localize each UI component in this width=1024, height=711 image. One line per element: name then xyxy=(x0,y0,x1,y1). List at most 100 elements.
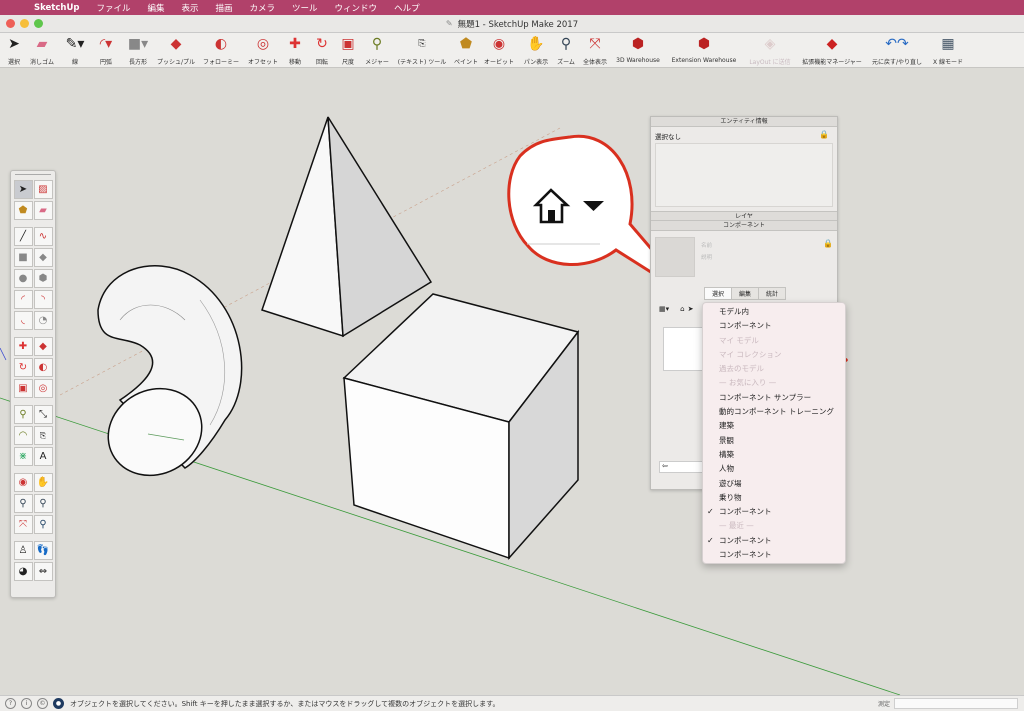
menu-file[interactable]: ファイル xyxy=(96,2,130,14)
back-arrow-icon[interactable]: ⇦ xyxy=(662,462,668,470)
user-account-icon[interactable]: ● xyxy=(53,698,64,709)
menu-item-landscape[interactable]: 景観 xyxy=(703,434,845,448)
toolbar-scale-button[interactable]: ▣ 尺度 xyxy=(336,33,360,68)
menu-draw[interactable]: 描画 xyxy=(216,2,233,14)
axes-icon[interactable]: ⋇ xyxy=(13,447,33,466)
protractor-icon[interactable]: ◠ xyxy=(13,426,33,445)
menu-sketchup[interactable]: SketchUp xyxy=(34,3,79,13)
menu-item-playground[interactable]: 遊び場 xyxy=(703,477,845,491)
view-options-icon[interactable]: ▦▾ xyxy=(659,305,669,313)
toolbar-line-button[interactable]: ✎▾ 線 xyxy=(62,33,88,68)
toolbar-follow-me-button[interactable]: ◐ フォローミー xyxy=(200,33,242,68)
toolbar-undo-redo-button[interactable]: ↶↷ 元に戻す/やり直し xyxy=(868,33,926,68)
eraser-icon[interactable]: ▰ xyxy=(33,201,53,220)
toolbar-xray-button[interactable]: ▦ X 線モード xyxy=(928,33,968,68)
component-description-field[interactable]: 説明 xyxy=(701,253,712,261)
lock-icon[interactable]: 🔒 xyxy=(819,130,829,139)
menu-help[interactable]: ヘルプ xyxy=(394,2,420,14)
toolbar-tape-measure-button[interactable]: ⚲ メジャー xyxy=(362,33,392,68)
toolbar-arc-button[interactable]: ◜▾ 円弧 xyxy=(92,33,120,68)
menu-item-in-model[interactable]: モデル内 xyxy=(703,305,845,319)
toolbar-pan-button[interactable]: ✋ パン表示 xyxy=(520,33,552,68)
toolbar-move-button[interactable]: ✚ 移動 xyxy=(283,33,307,68)
toolbar-3d-warehouse-button[interactable]: ⬢ 3D Warehouse xyxy=(612,33,664,68)
walk-icon[interactable]: 👣 xyxy=(33,541,53,560)
menu-item-vehicles[interactable]: 乗り物 xyxy=(703,491,845,505)
info-icon[interactable]: i xyxy=(21,698,32,709)
position-camera-icon[interactable]: ♙ xyxy=(13,541,33,560)
follow-me-icon[interactable]: ◐ xyxy=(33,358,53,377)
menu-item-components-favorite[interactable]: ✓ コンポーネント xyxy=(703,505,845,519)
pan-icon[interactable]: ✋ xyxy=(33,473,53,492)
dimension-icon[interactable]: ⤡ xyxy=(33,405,53,424)
polygon-icon[interactable]: ⬢ xyxy=(33,269,53,288)
close-window-button[interactable] xyxy=(6,19,15,28)
component-name-field[interactable]: 名前 xyxy=(701,241,712,249)
look-around-icon[interactable]: ◕ xyxy=(13,562,33,581)
pyramid-model[interactable] xyxy=(261,116,433,338)
menu-item-dynamic-training[interactable]: 動的コンポーネント トレーニング xyxy=(703,405,845,419)
toolbar-extension-manager-button[interactable]: ◆ 拡張機能マネージャー xyxy=(798,33,866,68)
rectangle-icon[interactable]: ■ xyxy=(13,248,33,267)
pie-icon[interactable]: ◔ xyxy=(33,311,53,330)
minimize-window-button[interactable] xyxy=(20,19,29,28)
toolbar-paint-button[interactable]: ⬟ ペイント xyxy=(452,33,480,68)
tab-statistics[interactable]: 統計 xyxy=(758,287,787,300)
menu-item-architecture[interactable]: 建築 xyxy=(703,419,845,433)
components-scroll-bar[interactable]: ⇦ xyxy=(659,461,705,473)
pipe-model[interactable] xyxy=(93,265,243,492)
palette-grip[interactable] xyxy=(15,174,51,176)
tab-edit[interactable]: 編集 xyxy=(731,287,760,300)
zoom-icon[interactable]: ⚲ xyxy=(13,494,33,513)
zoom-extents-icon[interactable]: ⤧ xyxy=(13,515,33,534)
components-list[interactable] xyxy=(663,327,703,371)
orbit-icon[interactable]: ◉ xyxy=(13,473,33,492)
menu-item-component-sampler[interactable]: コンポーネント サンプラー xyxy=(703,391,845,405)
menu-item-construction[interactable]: 構築 xyxy=(703,448,845,462)
circle-icon[interactable]: ● xyxy=(13,269,33,288)
home-icon[interactable]: ⌂ xyxy=(680,305,684,313)
zoom-window-icon[interactable]: ⚲ xyxy=(33,494,53,513)
toolbar-rectangle-button[interactable]: ■▾ 長方形 xyxy=(124,33,152,68)
arc-icon[interactable]: ◜ xyxy=(13,290,33,309)
menu-camera[interactable]: カメラ xyxy=(250,2,276,14)
toolbar-offset-button[interactable]: ◎ オフセット xyxy=(244,33,282,68)
make-component-icon[interactable]: ▨ xyxy=(33,180,53,199)
two-point-arc-icon[interactable]: ◝ xyxy=(33,290,53,309)
credits-icon[interactable]: © xyxy=(37,698,48,709)
rotate-icon[interactable]: ↻ xyxy=(13,358,33,377)
offset-icon[interactable]: ◎ xyxy=(33,379,53,398)
cube-model[interactable] xyxy=(342,293,580,560)
entity-info-title[interactable]: エンティティ情報 xyxy=(651,117,837,127)
component-lock-icon[interactable]: 🔒 xyxy=(823,239,833,248)
menu-view[interactable]: 表示 xyxy=(181,2,198,14)
freehand-icon[interactable]: ∿ xyxy=(33,227,53,246)
drawing-canvas[interactable]: ➤ ▨ ⬟ ▰ ╱ ∿ ■ ◆ ● ⬢ ◜ ◝ ◟ ◔ ✚ ◆ ↻ ◐ ▣ ◎ ⚲ ⤡ ◠ ⎘ ⋇ A ◉… xyxy=(0,68,1024,695)
tape-measure-icon[interactable]: ⚲ xyxy=(13,405,33,424)
move-icon[interactable]: ✚ xyxy=(13,337,33,356)
paint-bucket-icon[interactable]: ⬟ xyxy=(13,201,33,220)
previous-view-icon[interactable]: ⚲ xyxy=(33,515,53,534)
toolbar-push-pull-button[interactable]: ◆ プッシュ/プル xyxy=(154,33,198,68)
toolbar-select-button[interactable]: ➤ 選択 xyxy=(2,33,26,68)
text-tool-icon[interactable]: ⎘ xyxy=(33,426,53,445)
maximize-window-button[interactable] xyxy=(34,19,43,28)
toolbar-extension-warehouse-button[interactable]: ⬢ Extension Warehouse xyxy=(666,33,742,68)
toolbar-orbit-button[interactable]: ◉ オービット xyxy=(482,33,516,68)
3d-text-icon[interactable]: A xyxy=(33,447,53,466)
menu-edit[interactable]: 編集 xyxy=(147,2,164,14)
toolbar-rotate-button[interactable]: ↻ 回転 xyxy=(310,33,334,68)
line-pencil-icon[interactable]: ╱ xyxy=(13,227,33,246)
toolbar-text-button[interactable]: ⎘ (テキスト) ツール xyxy=(394,33,450,68)
menu-item-components-recent-1[interactable]: ✓ コンポーネント xyxy=(703,534,845,548)
select-arrow-icon[interactable]: ➤ xyxy=(13,180,33,199)
components-panel-title[interactable]: コンポーネント xyxy=(651,221,837,231)
scale-icon[interactable]: ▣ xyxy=(13,379,33,398)
layer-panel-title[interactable]: レイヤ xyxy=(651,211,837,221)
menu-item-components[interactable]: コンポーネント xyxy=(703,319,845,333)
tab-select[interactable]: 選択 xyxy=(704,287,733,300)
section-plane-icon[interactable]: ⇔ xyxy=(33,562,53,581)
toolbar-eraser-button[interactable]: ▰ 消しゴム xyxy=(26,33,58,68)
menu-item-people[interactable]: 人物 xyxy=(703,462,845,476)
toolbar-zoom-button[interactable]: ⚲ ズーム xyxy=(554,33,578,68)
